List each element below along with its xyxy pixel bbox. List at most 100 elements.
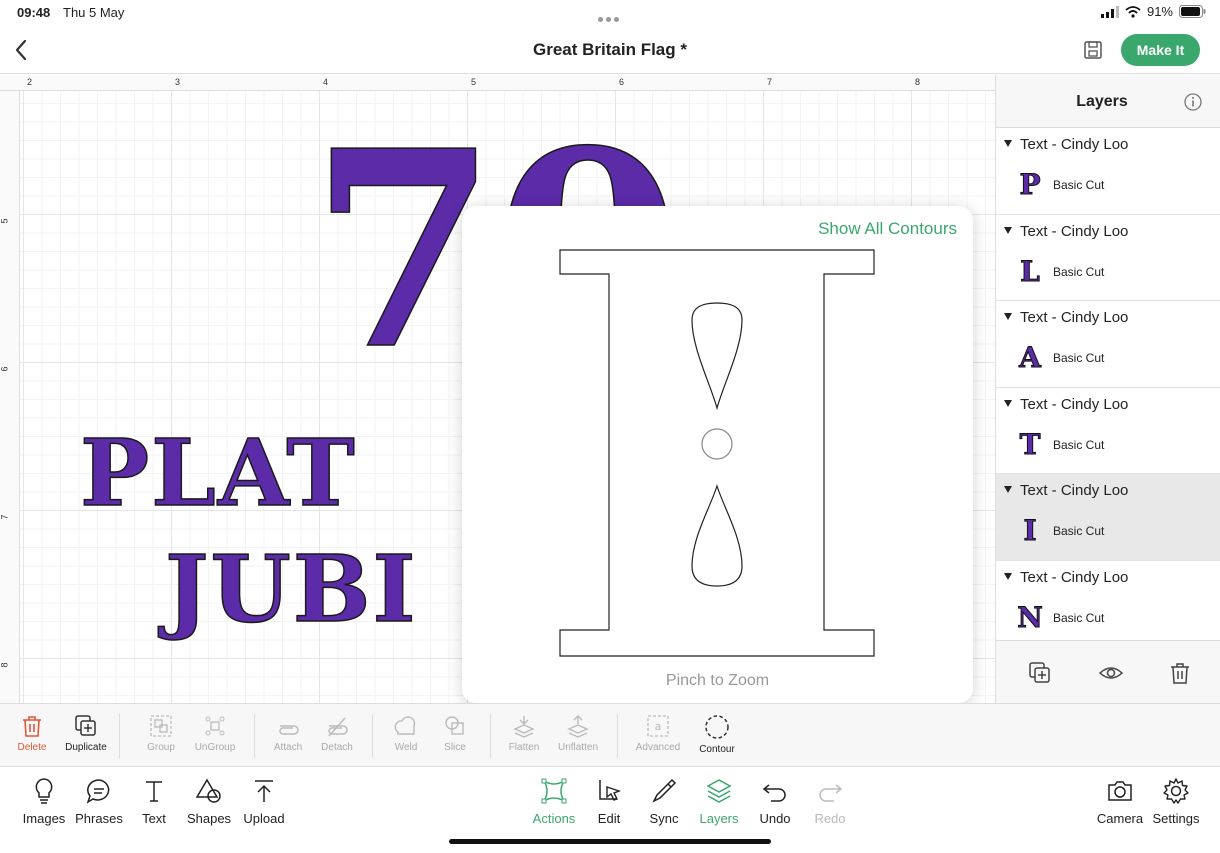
pinch-to-zoom-hint: Pinch to Zoom [665,672,770,689]
ruler-tick: 7 [0,514,10,520]
tool-label: Text [142,811,166,826]
tool-label: Layers [699,811,739,826]
unflatten-icon [567,715,589,738]
layer-operation: Basic Cut [1053,264,1105,279]
undo-button[interactable]: Undo [745,777,805,826]
ruler-tick: 3 [175,77,181,87]
speech-bubble-icon [86,779,110,804]
ruler-tick: 6 [0,366,10,372]
contour-button[interactable]: Contour [689,714,745,755]
status-right: 91% [1100,4,1206,19]
actions-path-icon [541,778,567,804]
duplicate-button[interactable]: Duplicate [58,714,114,753]
detach-button[interactable]: Detach [309,714,365,753]
bottom-toolbar: Images Phrases Text Shapes Upload Action… [0,767,1220,853]
advanced-icon: a [647,715,669,737]
redo-button[interactable]: Redo [800,777,860,826]
tool-label: Sync [649,811,679,826]
expand-caret-icon[interactable] [1004,399,1012,407]
contour-preview-letter-i[interactable] [558,248,878,663]
layer-group-i-selected[interactable]: Text - Cindy Loo I Basic Cut [996,474,1220,561]
layer-group-a[interactable]: Text - Cindy Loo A Basic Cut [996,301,1220,388]
slice-button[interactable]: Slice [427,714,483,753]
sync-button[interactable]: Sync [634,777,694,826]
tool-label: Actions [532,811,576,826]
settings-button[interactable]: Settings [1146,777,1206,826]
signal-icon [1100,5,1119,18]
actions-button[interactable]: Actions [524,777,584,826]
save-icon[interactable] [1083,40,1103,60]
info-icon[interactable] [1184,93,1202,111]
layer-group-title: Text - Cindy Loo [1020,395,1129,413]
tool-label: Edit [597,811,621,826]
group-button[interactable]: Group [133,714,189,753]
show-all-contours-button[interactable]: Show All Contours [818,219,957,239]
delete-button[interactable]: Delete [4,714,60,753]
ungroup-button[interactable]: UnGroup [187,714,243,753]
status-date: Thu 5 May [63,5,125,20]
weld-button[interactable]: Weld [378,714,434,753]
ruler-tick: 2 [27,77,33,87]
upload-arrow-icon [255,780,273,802]
layer-group-n[interactable]: Text - Cindy Loo N Basic Cut [996,561,1220,647]
design-text-platinum[interactable]: PLAT [79,426,357,520]
layer-thumbnail: L [1020,254,1041,288]
edit-button[interactable]: Edit [579,777,639,826]
flatten-button[interactable]: Flatten [496,714,552,753]
tool-label: Images [22,811,66,826]
horizontal-ruler: 2 3 4 5 6 7 8 [0,75,995,91]
expand-caret-icon[interactable] [1004,140,1012,147]
vertical-ruler: 5 6 7 8 [0,91,20,703]
expand-caret-icon[interactable] [1004,226,1012,234]
shapes-button[interactable]: Shapes [179,777,239,826]
camera-button[interactable]: Camera [1090,777,1150,826]
tool-label: Contour [699,744,735,755]
layer-thumbnail: N [1017,600,1044,634]
layer-operation: Basic Cut [1053,178,1105,192]
unflatten-button[interactable]: Unflatten [550,714,606,753]
expand-caret-icon[interactable] [1004,486,1012,493]
lightbulb-icon [35,778,53,804]
visibility-eye-icon[interactable] [1099,661,1123,685]
tool-label: Settings [1152,811,1200,826]
pen-nib-icon [652,778,677,803]
slice-icon [445,716,464,735]
home-indicator[interactable] [449,839,771,844]
tool-label: Shapes [186,811,232,826]
camera-icon [1108,781,1132,801]
edit-cursor-icon [599,780,622,801]
expand-caret-icon[interactable] [1004,572,1012,580]
layer-group-t[interactable]: Text - Cindy Loo T Basic Cut [996,388,1220,474]
ungroup-icon [205,716,225,736]
layer-group-l[interactable]: Text - Cindy Loo L Basic Cut [996,215,1220,301]
tool-label: Unflatten [557,742,599,753]
ruler-tick: 5 [0,218,10,224]
duplicate-layer-icon[interactable] [1028,661,1052,685]
tool-label: Undo [759,811,791,826]
layer-group-title: Text - Cindy Loo [1020,136,1129,153]
phrases-button[interactable]: Phrases [69,777,129,826]
ruler-tick: 5 [471,77,477,87]
ruler-tick: 7 [767,77,773,87]
upload-button[interactable]: Upload [234,777,294,826]
layer-thumbnail: T [1019,427,1041,461]
edit-toolbar: Delete Duplicate Group UnGroup Attach De… [0,703,1220,767]
toolbar-divider [372,714,373,758]
toolbar-divider [254,714,255,758]
layer-group-p[interactable]: Text - Cindy Loo P Basic Cut [996,128,1220,215]
layers-button[interactable]: Layers [689,777,749,826]
images-button[interactable]: Images [14,777,74,826]
advanced-button[interactable]: a Advanced [630,714,686,753]
attach-button[interactable]: Attach [260,714,316,753]
make-it-button[interactable]: Make It [1121,34,1200,66]
tool-label: UnGroup [194,742,236,753]
multitasking-dots-icon[interactable] [598,10,622,22]
expand-caret-icon[interactable] [1004,313,1012,320]
group-icon [150,715,172,737]
design-text-jubilee[interactable]: JUBI [164,542,418,636]
layer-thumbnail: P [1019,168,1041,202]
text-button[interactable]: Text [124,777,184,826]
status-bar: 09:48 Thu 5 May 91% [0,0,1220,26]
trash-icon[interactable] [1168,661,1192,685]
detach-icon [328,717,348,737]
